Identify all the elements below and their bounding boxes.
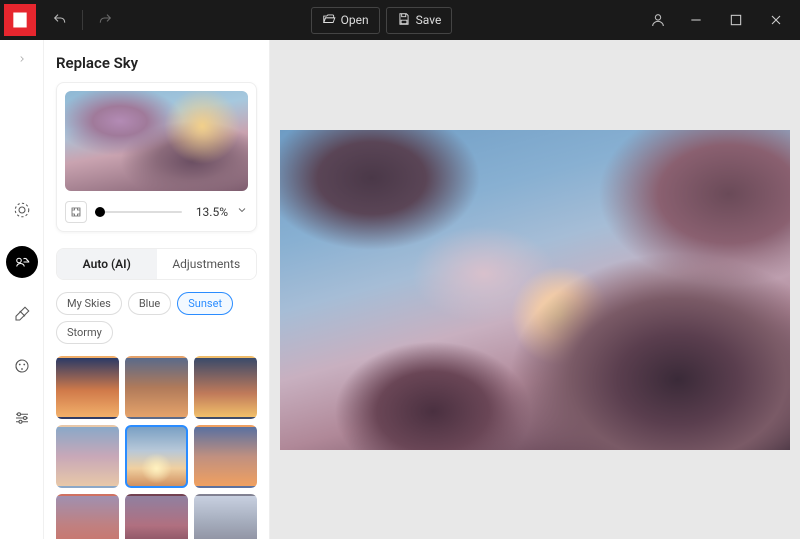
panel-tabs: Auto (AI) Adjustments <box>56 248 257 280</box>
tool-rail <box>0 40 44 539</box>
sky-preset[interactable] <box>125 356 188 419</box>
sky-preset[interactable] <box>125 494 188 539</box>
zoom-value: 13.5% <box>196 205 228 219</box>
tab-auto-ai[interactable]: Auto (AI) <box>57 249 157 279</box>
zoom-slider[interactable] <box>95 211 182 213</box>
canvas-area[interactable] <box>270 40 800 539</box>
maximize-button[interactable] <box>722 6 750 34</box>
titlebar: Open Save <box>0 0 800 40</box>
sky-preset[interactable] <box>56 425 119 488</box>
app-logo <box>4 4 36 36</box>
sky-preset[interactable] <box>194 356 257 419</box>
replace-sky-panel: Replace Sky 13.5% Auto (AI) Adjustments <box>44 40 270 539</box>
main-area: Replace Sky 13.5% Auto (AI) Adjustments <box>0 40 800 539</box>
open-label: Open <box>341 13 369 27</box>
open-button[interactable]: Open <box>311 7 380 34</box>
zoom-row: 13.5% <box>65 201 248 223</box>
account-icon[interactable] <box>644 6 672 34</box>
sky-preset[interactable] <box>194 494 257 539</box>
close-button[interactable] <box>762 6 790 34</box>
save-icon <box>397 12 411 29</box>
folder-open-icon <box>322 12 336 29</box>
save-label: Save <box>416 13 442 27</box>
panel-title: Replace Sky <box>56 54 257 72</box>
sky-tool[interactable] <box>6 246 38 278</box>
color-tool[interactable] <box>6 350 38 382</box>
sliders-tool[interactable] <box>6 402 38 434</box>
rail-collapse-toggle[interactable] <box>13 50 31 68</box>
separator <box>82 10 83 30</box>
minimize-button[interactable] <box>682 6 710 34</box>
sky-preset[interactable] <box>56 356 119 419</box>
undo-button[interactable] <box>46 6 74 34</box>
save-button[interactable]: Save <box>386 7 453 34</box>
sky-preset[interactable] <box>194 425 257 488</box>
adjust-tool[interactable] <box>6 194 38 226</box>
sky-preset-grid <box>56 356 257 539</box>
fit-to-screen-button[interactable] <box>65 201 87 223</box>
redo-button[interactable] <box>91 6 119 34</box>
chip-stormy[interactable]: Stormy <box>56 321 113 344</box>
preview-image[interactable] <box>65 91 248 191</box>
eraser-tool[interactable] <box>6 298 38 330</box>
tab-adjustments[interactable]: Adjustments <box>157 249 257 279</box>
chip-my-skies[interactable]: My Skies <box>56 292 122 315</box>
sky-category-chips: My Skies Blue Sunset Stormy <box>56 292 257 344</box>
chip-blue[interactable]: Blue <box>128 292 171 315</box>
chip-sunset[interactable]: Sunset <box>177 292 233 315</box>
preview-card: 13.5% <box>56 82 257 232</box>
zoom-chevron-icon[interactable] <box>236 204 248 220</box>
canvas-image[interactable] <box>280 130 790 450</box>
sky-preset[interactable] <box>56 494 119 539</box>
sky-preset-selected[interactable] <box>125 425 188 488</box>
